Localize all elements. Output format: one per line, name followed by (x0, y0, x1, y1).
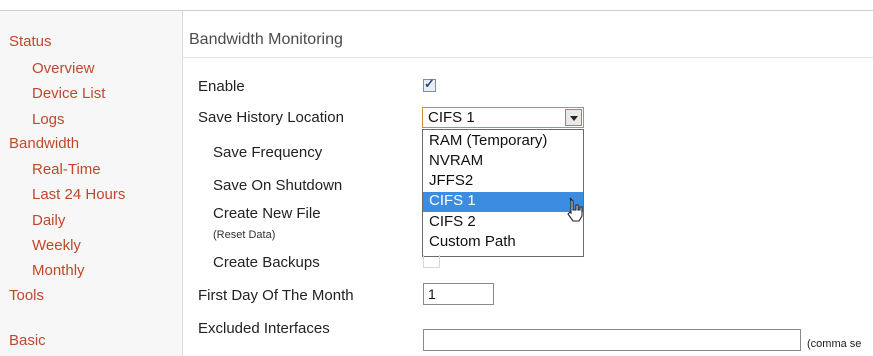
save-frequency-label: Save Frequency (213, 144, 323, 161)
create-new-file-label: Create New File (213, 205, 321, 222)
create-backups-label: Create Backups (213, 254, 320, 271)
sidebar-item-last-24-hours[interactable]: Last 24 Hours (32, 186, 125, 203)
save-history-select[interactable]: CIFS 1 (422, 107, 584, 128)
create-new-file-sublabel: (Reset Data) (213, 229, 276, 241)
save-on-shutdown-label: Save On Shutdown (213, 177, 343, 194)
section-title: Bandwidth Monitoring (189, 31, 343, 48)
option-jffs2[interactable]: JFFS2 (423, 172, 583, 192)
enable-label: Enable (198, 78, 245, 95)
option-cifs-2[interactable]: CIFS 2 (423, 213, 583, 233)
option-nvram[interactable]: NVRAM (423, 152, 583, 172)
sidebar-item-bandwidth[interactable]: Bandwidth (9, 135, 79, 152)
excluded-interfaces-hint: (comma se (807, 338, 862, 350)
excluded-interfaces-input[interactable] (423, 329, 801, 351)
sidebar-item-device-list[interactable]: Device List (32, 85, 105, 102)
sidebar-item-logs[interactable]: Logs (32, 111, 65, 128)
first-day-input[interactable]: 1 (423, 283, 494, 305)
chevron-down-icon (570, 116, 578, 121)
section-divider (183, 57, 873, 58)
sidebar-item-tools[interactable]: Tools (9, 287, 44, 304)
dropdown-button[interactable] (565, 109, 582, 126)
sidebar-item-weekly[interactable]: Weekly (32, 237, 81, 254)
sidebar-nav: Status Overview Device List Logs Bandwid… (0, 11, 183, 356)
mouse-pointer-icon (567, 197, 583, 222)
option-cifs-1[interactable]: CIFS 1 (423, 192, 583, 212)
sidebar-item-status[interactable]: Status (9, 33, 52, 50)
excluded-interfaces-label: Excluded Interfaces (198, 320, 330, 337)
save-history-label: Save History Location (198, 109, 344, 126)
sidebar-item-real-time[interactable]: Real-Time (32, 161, 101, 178)
sidebar-item-monthly[interactable]: Monthly (32, 262, 85, 279)
create-backups-checkbox[interactable] (423, 255, 440, 268)
main-content: Bandwidth Monitoring Enable ✓ Save Histo… (183, 11, 873, 356)
sidebar-item-daily[interactable]: Daily (32, 212, 65, 229)
option-custom-path[interactable]: Custom Path (423, 233, 583, 253)
checkmark-icon: ✓ (424, 76, 435, 91)
enable-checkbox[interactable]: ✓ (423, 76, 436, 92)
save-history-dropdown-list: RAM (Temporary) NVRAM JFFS2 CIFS 1 CIFS … (422, 129, 584, 257)
first-day-label: First Day Of The Month (198, 287, 354, 304)
sidebar-item-basic[interactable]: Basic (9, 332, 46, 349)
sidebar-item-overview[interactable]: Overview (32, 60, 95, 77)
save-history-selected-value: CIFS 1 (428, 109, 475, 126)
option-ram-temporary[interactable]: RAM (Temporary) (423, 132, 583, 152)
window-top-edge (0, 0, 873, 11)
